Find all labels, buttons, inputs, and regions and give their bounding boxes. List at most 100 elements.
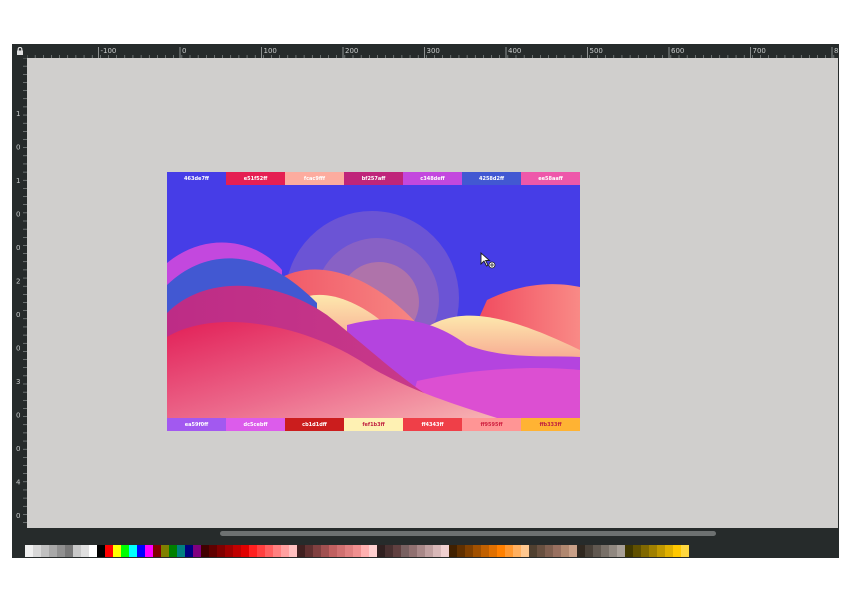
palette-swatch[interactable] <box>625 545 633 557</box>
palette-swatch[interactable] <box>289 545 297 557</box>
palette-swatch[interactable] <box>417 545 425 557</box>
palette-swatch[interactable] <box>281 545 289 557</box>
palette-swatch[interactable] <box>201 545 209 557</box>
color-label[interactable]: e51f52ff <box>226 172 285 185</box>
palette-swatch[interactable] <box>241 545 249 557</box>
palette-swatch[interactable] <box>353 545 361 557</box>
color-label[interactable]: c348deff <box>403 172 462 185</box>
palette-swatch[interactable] <box>409 545 417 557</box>
palette-swatch[interactable] <box>217 545 225 557</box>
drawing-canvas[interactable]: 463de7ff e51f52ff fcac9fff bf257aff c348… <box>27 58 838 528</box>
palette-swatch[interactable] <box>369 545 377 557</box>
palette-swatch[interactable] <box>505 545 513 557</box>
palette-swatch[interactable] <box>545 545 553 557</box>
palette-swatch[interactable] <box>473 545 481 557</box>
palette-swatch[interactable] <box>225 545 233 557</box>
palette-swatch[interactable] <box>25 545 33 557</box>
palette-swatch[interactable] <box>577 545 585 557</box>
palette-swatch[interactable] <box>497 545 505 557</box>
palette-swatch[interactable] <box>649 545 657 557</box>
palette-swatch[interactable] <box>537 545 545 557</box>
palette-swatch[interactable] <box>609 545 617 557</box>
palette-swatch[interactable] <box>169 545 177 557</box>
palette-swatch[interactable] <box>249 545 257 557</box>
horizontal-ruler[interactable]: -100 0 100 200 300 400 500 600 700 800 <box>27 44 839 58</box>
palette-swatch[interactable] <box>457 545 465 557</box>
palette-swatch[interactable] <box>193 545 201 557</box>
palette-swatch[interactable] <box>105 545 113 557</box>
palette-swatch[interactable] <box>633 545 641 557</box>
color-label[interactable]: fef1b3ff <box>344 418 403 431</box>
wave-landscape-illustration[interactable] <box>167 185 580 418</box>
palette-swatch[interactable] <box>89 545 97 557</box>
palette-swatch[interactable] <box>137 545 145 557</box>
palette-swatch[interactable] <box>513 545 521 557</box>
palette-swatch[interactable] <box>321 545 329 557</box>
palette-swatch[interactable] <box>521 545 529 557</box>
palette-swatch[interactable] <box>601 545 609 557</box>
palette-swatch[interactable] <box>681 545 689 557</box>
palette-swatch[interactable] <box>665 545 673 557</box>
palette-swatch[interactable] <box>73 545 81 557</box>
palette-swatch[interactable] <box>617 545 625 557</box>
ruler-corner[interactable] <box>12 44 27 58</box>
palette-swatch[interactable] <box>337 545 345 557</box>
palette-swatch[interactable] <box>385 545 393 557</box>
color-label[interactable]: ff4343ff <box>403 418 462 431</box>
palette-swatch[interactable] <box>145 545 153 557</box>
palette-swatch[interactable] <box>377 545 385 557</box>
palette-swatch[interactable] <box>553 545 561 557</box>
palette-swatch[interactable] <box>185 545 193 557</box>
palette-swatch[interactable] <box>561 545 569 557</box>
color-label[interactable]: 463de7ff <box>167 172 226 185</box>
palette-swatch[interactable] <box>425 545 433 557</box>
palette-swatch[interactable] <box>481 545 489 557</box>
palette-swatch[interactable] <box>33 545 41 557</box>
horizontal-scrollbar-thumb[interactable] <box>220 531 716 536</box>
palette-swatch[interactable] <box>433 545 441 557</box>
horizontal-scrollbar-track[interactable] <box>27 528 838 540</box>
palette-swatch[interactable] <box>257 545 265 557</box>
palette-swatch[interactable] <box>297 545 305 557</box>
color-label[interactable]: ee58aaff <box>521 172 580 185</box>
palette-swatch[interactable] <box>593 545 601 557</box>
palette-swatch[interactable] <box>313 545 321 557</box>
palette-swatch[interactable] <box>233 545 241 557</box>
palette-swatch[interactable] <box>441 545 449 557</box>
palette-swatch[interactable] <box>673 545 681 557</box>
palette-swatch[interactable] <box>41 545 49 557</box>
palette-swatch[interactable] <box>113 545 121 557</box>
palette-swatch[interactable] <box>465 545 473 557</box>
palette-swatch[interactable] <box>273 545 281 557</box>
color-label[interactable]: ff9595ff <box>462 418 521 431</box>
palette-swatch[interactable] <box>81 545 89 557</box>
palette-swatch[interactable] <box>57 545 65 557</box>
palette-swatch[interactable] <box>657 545 665 557</box>
palette-swatch[interactable] <box>177 545 185 557</box>
palette-swatch[interactable] <box>393 545 401 557</box>
palette-swatch[interactable] <box>641 545 649 557</box>
palette-swatch[interactable] <box>121 545 129 557</box>
color-label[interactable]: cb1d1dff <box>285 418 344 431</box>
palette-swatch[interactable] <box>129 545 137 557</box>
palette-swatch[interactable] <box>345 545 353 557</box>
palette-swatch[interactable] <box>329 545 337 557</box>
palette-swatch[interactable] <box>401 545 409 557</box>
palette-swatch[interactable] <box>209 545 217 557</box>
palette-swatch[interactable] <box>161 545 169 557</box>
vertical-ruler[interactable]: 1 0 1 0 0 2 0 0 3 0 0 4 0 <box>12 58 27 528</box>
palette-swatch[interactable] <box>585 545 593 557</box>
color-label[interactable]: ea59f0ff <box>167 418 226 431</box>
palette-swatch[interactable] <box>153 545 161 557</box>
color-label[interactable]: 4258d2ff <box>462 172 521 185</box>
palette-swatch[interactable] <box>489 545 497 557</box>
color-label[interactable]: dc5cebff <box>226 418 285 431</box>
palette-swatch[interactable] <box>65 545 73 557</box>
palette-swatch[interactable] <box>529 545 537 557</box>
palette-swatch[interactable] <box>449 545 457 557</box>
palette-swatch[interactable] <box>265 545 273 557</box>
palette-swatch[interactable] <box>49 545 57 557</box>
artwork-group[interactable]: 463de7ff e51f52ff fcac9fff bf257aff c348… <box>167 172 580 431</box>
palette-swatch[interactable] <box>97 545 105 557</box>
palette-swatch[interactable] <box>361 545 369 557</box>
